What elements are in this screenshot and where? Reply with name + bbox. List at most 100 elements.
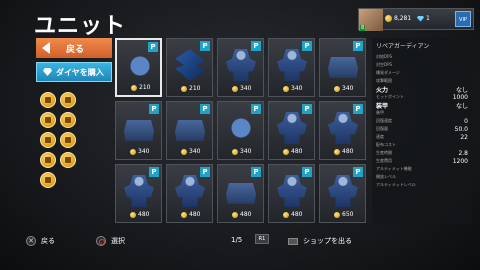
unit-card[interactable]: P 210	[115, 38, 162, 97]
gem-amount: 1	[426, 15, 430, 22]
aircraft-icon[interactable]	[40, 152, 56, 168]
stat-label: ヒットポイント	[376, 94, 404, 99]
shield-icon[interactable]	[60, 132, 76, 148]
back-button[interactable]: 戻る	[36, 38, 112, 58]
unit-card[interactable]: P 340	[217, 101, 264, 160]
coin-amount: 8,281	[394, 15, 412, 22]
avatar[interactable]: 8	[359, 9, 383, 31]
vip-badge[interactable]: VIP	[455, 11, 471, 27]
helmet-icon[interactable]	[40, 92, 56, 108]
exit-shop-hint[interactable]: ショップを出る	[288, 236, 352, 246]
unit-robot-icon	[277, 112, 307, 144]
stat-label: 爆発ダメージ	[376, 70, 400, 75]
page-title: ユニット	[34, 14, 127, 39]
price-value: 480	[291, 148, 303, 155]
unit-tank-icon	[226, 183, 256, 204]
unit-card[interactable]: P 340	[268, 38, 315, 97]
unit-card[interactable]: P 480	[217, 164, 264, 223]
back-hint[interactable]: ✕ 戻る	[26, 236, 55, 246]
unit-card[interactable]: P 340	[166, 101, 213, 160]
drone-icon[interactable]	[40, 132, 56, 148]
stat-row: 開放レベル	[376, 173, 468, 181]
premium-badge-icon: P	[302, 104, 312, 114]
star-icon[interactable]	[40, 172, 56, 188]
stat-label: 速度	[376, 134, 384, 139]
unit-robot-icon	[277, 49, 307, 81]
price-value: 480	[342, 148, 354, 155]
unit-card[interactable]: P 480	[319, 101, 366, 160]
premium-badge-icon: P	[251, 167, 261, 177]
stat-value: 1000	[452, 93, 468, 101]
back-arrow-icon	[42, 42, 50, 54]
coin-icon	[181, 85, 187, 92]
gem-icon	[417, 15, 424, 22]
coin-icon	[232, 211, 238, 218]
unit-price: 650	[334, 211, 353, 218]
unit-card[interactable]: P 480	[268, 164, 315, 223]
stat-label: 火力	[376, 86, 389, 94]
unit-price: 480	[283, 211, 302, 218]
select-hint[interactable]: 選択	[96, 236, 125, 246]
premium-badge-icon: P	[353, 41, 363, 51]
coin-icon	[283, 211, 289, 218]
unit-card[interactable]: P 340	[217, 38, 264, 97]
stat-row: 攻撃範囲	[376, 77, 468, 85]
premium-badge-icon: P	[200, 104, 210, 114]
stat-label: アルティメットレベル	[376, 182, 416, 187]
stat-label: 対地DPS	[376, 54, 393, 59]
unit-price: 480	[181, 211, 200, 218]
category-filters	[40, 92, 80, 188]
stat-row: 生産時間 2.8	[376, 149, 468, 157]
price-value: 480	[138, 211, 150, 218]
unit-price: 340	[232, 85, 251, 92]
unit-card[interactable]: P 650	[319, 164, 366, 223]
buy-gems-label: ダイヤを購入	[56, 67, 104, 77]
unit-card[interactable]: P 480	[115, 164, 162, 223]
coin-balance: 8,281	[385, 15, 411, 22]
stat-value: 2.8	[458, 149, 468, 157]
stat-value: 22	[460, 133, 468, 141]
stat-label: 装甲	[376, 102, 389, 110]
coin-icon	[130, 211, 136, 218]
stat-row: アルティメットレベル	[376, 181, 468, 189]
stat-label: 回復速度	[376, 118, 392, 123]
stat-row: 爆発ダメージ	[376, 69, 468, 77]
player-status-bar: 8 8,281 1 VIP	[358, 8, 474, 31]
premium-badge-icon: P	[200, 167, 210, 177]
buy-gems-button[interactable]: ダイヤを購入	[36, 62, 112, 82]
coin-icon	[181, 148, 187, 155]
wrench-icon[interactable]	[60, 112, 76, 128]
unit-drone-icon	[226, 112, 256, 144]
robot-icon[interactable]	[40, 112, 56, 128]
price-value: 480	[240, 211, 252, 218]
unit-price: 210	[131, 84, 150, 91]
tank-icon[interactable]	[60, 92, 76, 108]
unit-price: 340	[130, 148, 149, 155]
unit-name: リペアガーディアン	[376, 43, 430, 50]
unit-robot-icon	[226, 49, 256, 81]
stat-label: アルティメット機能	[376, 166, 412, 171]
unit-price: 480	[334, 148, 353, 155]
stat-value: なし	[455, 86, 468, 94]
price-value: 340	[240, 148, 252, 155]
unit-card[interactable]: P 480	[166, 164, 213, 223]
premium-badge-icon: P	[302, 41, 312, 51]
player-level: 8	[360, 25, 366, 31]
unit-robot-icon	[175, 175, 205, 207]
premium-badge-icon: P	[200, 41, 210, 51]
stat-label: 配布コスト	[376, 142, 396, 147]
lab-icon[interactable]	[60, 152, 76, 168]
unit-price: 340	[283, 85, 302, 92]
unit-card[interactable]: P 340	[319, 38, 366, 97]
unit-price: 480	[283, 148, 302, 155]
stat-label: 生産費用	[376, 158, 392, 163]
unit-card[interactable]: P 210	[166, 38, 213, 97]
r1-button[interactable]: R1	[255, 234, 269, 244]
stat-label: 開放レベル	[376, 174, 396, 179]
stat-row: 速度 22	[376, 133, 468, 141]
back-button-label: 戻る	[66, 44, 85, 55]
stat-label: 回復量	[376, 126, 388, 131]
stat-label: 攻撃範囲	[376, 78, 392, 83]
unit-card[interactable]: P 480	[268, 101, 315, 160]
unit-card[interactable]: P 340	[115, 101, 162, 160]
